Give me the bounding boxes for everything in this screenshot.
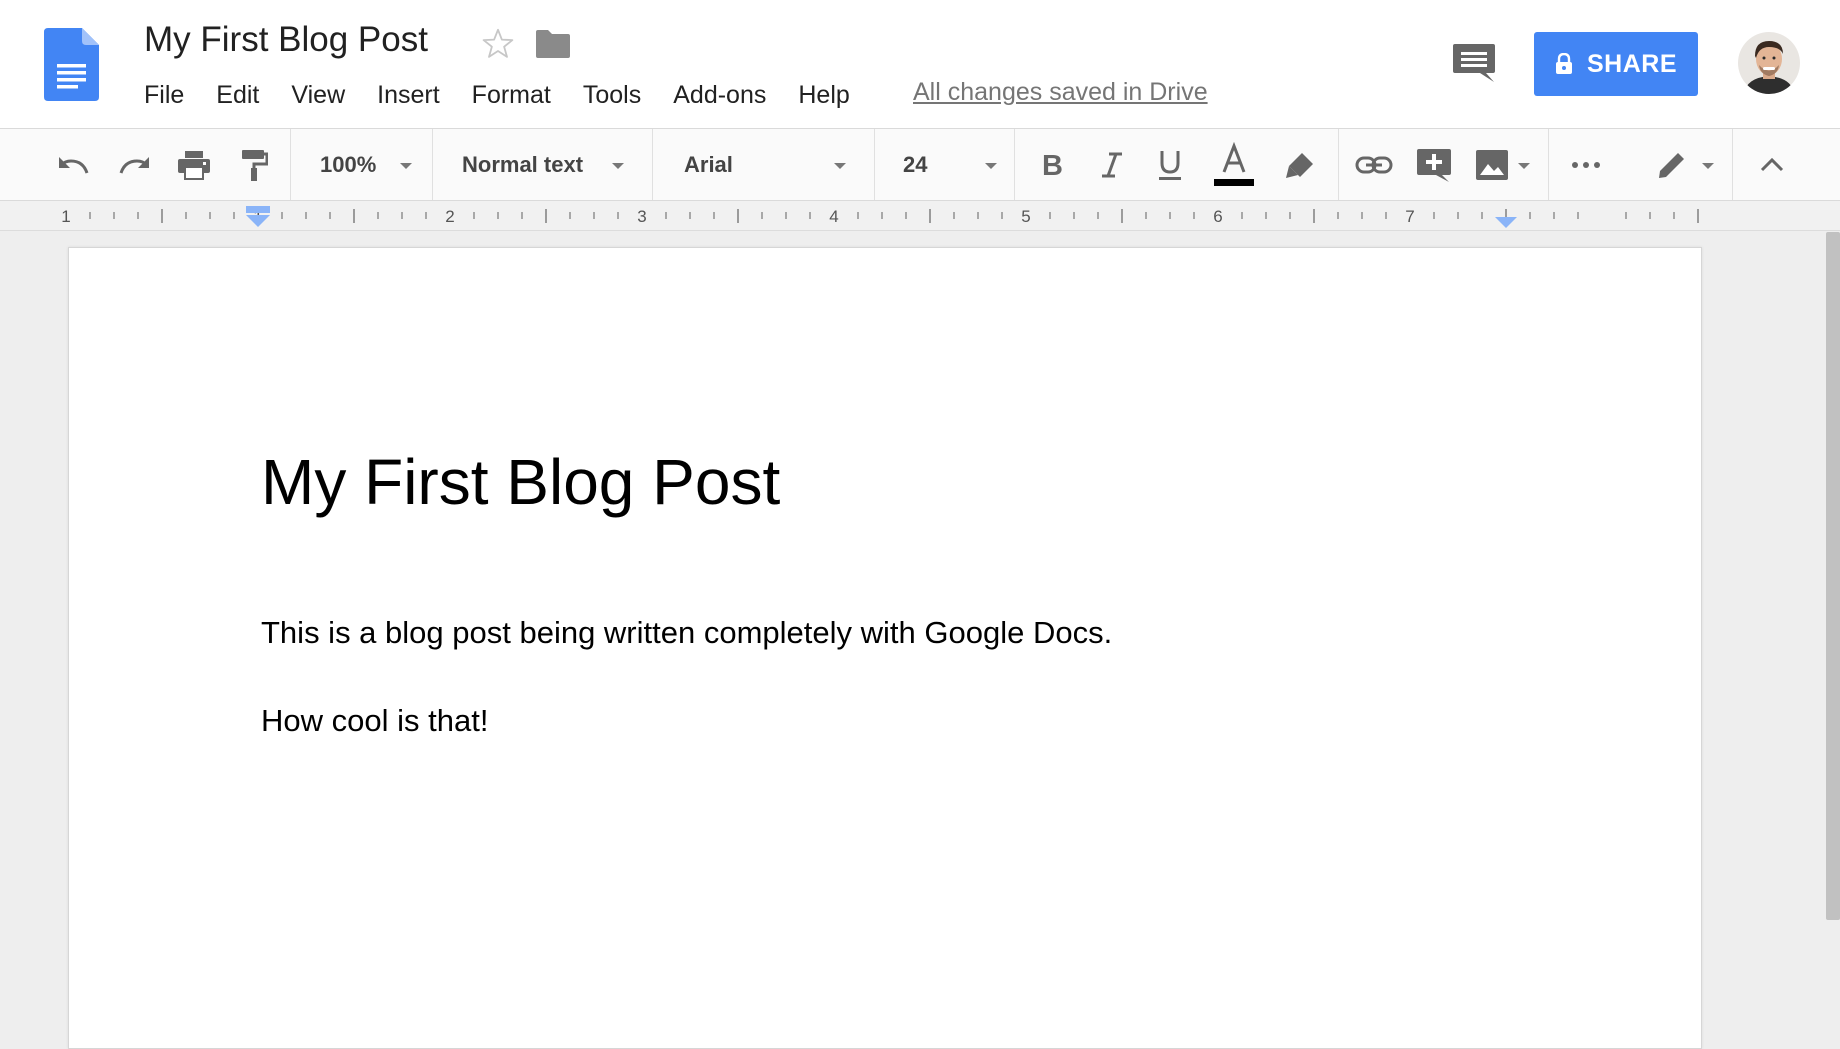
star-icon[interactable] — [480, 26, 516, 62]
ruler-number: 6 — [1213, 207, 1222, 226]
document-paragraph[interactable]: How cool is that! — [261, 703, 488, 739]
image-icon — [1476, 150, 1508, 180]
image-dropdown-icon — [1518, 163, 1530, 169]
redo-icon — [119, 157, 149, 174]
share-button[interactable]: SHARE — [1534, 32, 1698, 96]
ruler-number: 4 — [829, 207, 838, 226]
highlighter-icon — [1286, 153, 1313, 178]
underline-button[interactable] — [1152, 145, 1188, 185]
formatting-toolbar: 100% Normal text Arial 24 B — [0, 129, 1840, 201]
bold-button[interactable]: B — [1034, 145, 1070, 185]
left-indent-marker[interactable] — [246, 215, 270, 227]
editing-mode-button[interactable] — [1652, 145, 1692, 185]
hide-menus-button[interactable] — [1752, 145, 1792, 185]
paint-format-button[interactable] — [234, 145, 274, 185]
ruler-scale: 11234567 — [61, 206, 1699, 228]
menu-tools[interactable]: Tools — [583, 81, 641, 110]
document-paragraph[interactable]: This is a blog post being written comple… — [261, 615, 1112, 651]
menu-insert[interactable]: Insert — [377, 81, 440, 110]
print-icon — [178, 151, 210, 180]
lock-icon — [1555, 53, 1572, 74]
save-status-link[interactable]: All changes saved in Drive — [913, 78, 1208, 107]
svg-text:B: B — [1042, 151, 1063, 179]
document-page[interactable]: My First Blog Post This is a blog post b… — [68, 247, 1702, 1049]
avatar[interactable] — [1738, 32, 1800, 94]
toolbar-separator — [874, 129, 875, 200]
add-comment-icon — [1417, 149, 1451, 182]
font-select[interactable]: Arial — [684, 145, 733, 185]
toolbar-separator — [1014, 129, 1015, 200]
text-color-icon — [1214, 142, 1254, 186]
font-size-dropdown-icon — [985, 163, 997, 169]
document-title[interactable]: My First Blog Post — [144, 20, 428, 60]
more-options-button[interactable] — [1566, 145, 1606, 185]
font-size-select[interactable]: 24 — [903, 145, 927, 185]
menu-format[interactable]: Format — [472, 81, 551, 110]
bold-icon: B — [1042, 151, 1063, 179]
google-docs-logo[interactable] — [44, 28, 99, 101]
underline-icon — [1159, 151, 1181, 180]
editing-mode-dropdown-icon — [1702, 163, 1714, 169]
insert-image-button[interactable] — [1472, 145, 1512, 185]
insert-link-button[interactable] — [1354, 145, 1394, 185]
ruler-number: 2 — [445, 207, 454, 226]
ruler-number: 7 — [1405, 207, 1414, 226]
right-indent-marker[interactable] — [1495, 217, 1517, 228]
menu-edit[interactable]: Edit — [216, 81, 259, 110]
italic-icon — [1102, 152, 1122, 178]
toolbar-separator — [652, 129, 653, 200]
ruler-number: 5 — [1021, 207, 1030, 226]
toolbar-separator — [1338, 129, 1339, 200]
vertical-scrollbar-thumb[interactable] — [1826, 232, 1840, 920]
app-header: My First Blog Post File Edit View Insert… — [0, 0, 1840, 129]
insert-comment-button[interactable] — [1414, 145, 1454, 185]
user-avatar-image — [1738, 32, 1800, 94]
ruler-number: 3 — [637, 207, 646, 226]
print-button[interactable] — [172, 145, 216, 185]
undo-icon — [59, 157, 89, 174]
chevron-up-icon — [1760, 157, 1784, 172]
menu-bar: File Edit View Insert Format Tools Add-o… — [144, 78, 882, 112]
menu-file[interactable]: File — [144, 81, 184, 110]
toolbar-separator — [1548, 129, 1549, 200]
style-dropdown-icon — [612, 163, 624, 169]
highlight-color-button[interactable] — [1280, 145, 1320, 185]
folder-icon[interactable] — [534, 28, 572, 60]
redo-button[interactable] — [112, 145, 156, 185]
toolbar-separator — [290, 129, 291, 200]
comments-icon[interactable] — [1452, 42, 1496, 84]
toolbar-separator — [432, 129, 433, 200]
ruler-number: 1 — [61, 207, 70, 226]
pencil-icon — [1659, 150, 1687, 178]
paragraph-style-select[interactable]: Normal text — [462, 145, 583, 185]
menu-add-ons[interactable]: Add-ons — [673, 81, 766, 110]
menu-help[interactable]: Help — [798, 81, 849, 110]
undo-button[interactable] — [52, 145, 96, 185]
document-heading[interactable]: My First Blog Post — [261, 445, 780, 519]
link-icon — [1355, 156, 1393, 174]
zoom-select[interactable]: 100% — [320, 145, 376, 185]
font-dropdown-icon — [834, 163, 846, 169]
share-label: SHARE — [1586, 49, 1677, 78]
zoom-dropdown-icon — [400, 163, 412, 169]
first-line-indent-marker[interactable] — [246, 206, 270, 213]
toolbar-separator — [1732, 129, 1733, 200]
text-color-button[interactable] — [1210, 141, 1258, 189]
menu-view[interactable]: View — [291, 81, 345, 110]
italic-button[interactable] — [1094, 145, 1130, 185]
paint-format-icon — [242, 150, 268, 181]
more-horizontal-icon — [1572, 162, 1600, 168]
ruler[interactable]: 11234567 — [0, 201, 1840, 231]
